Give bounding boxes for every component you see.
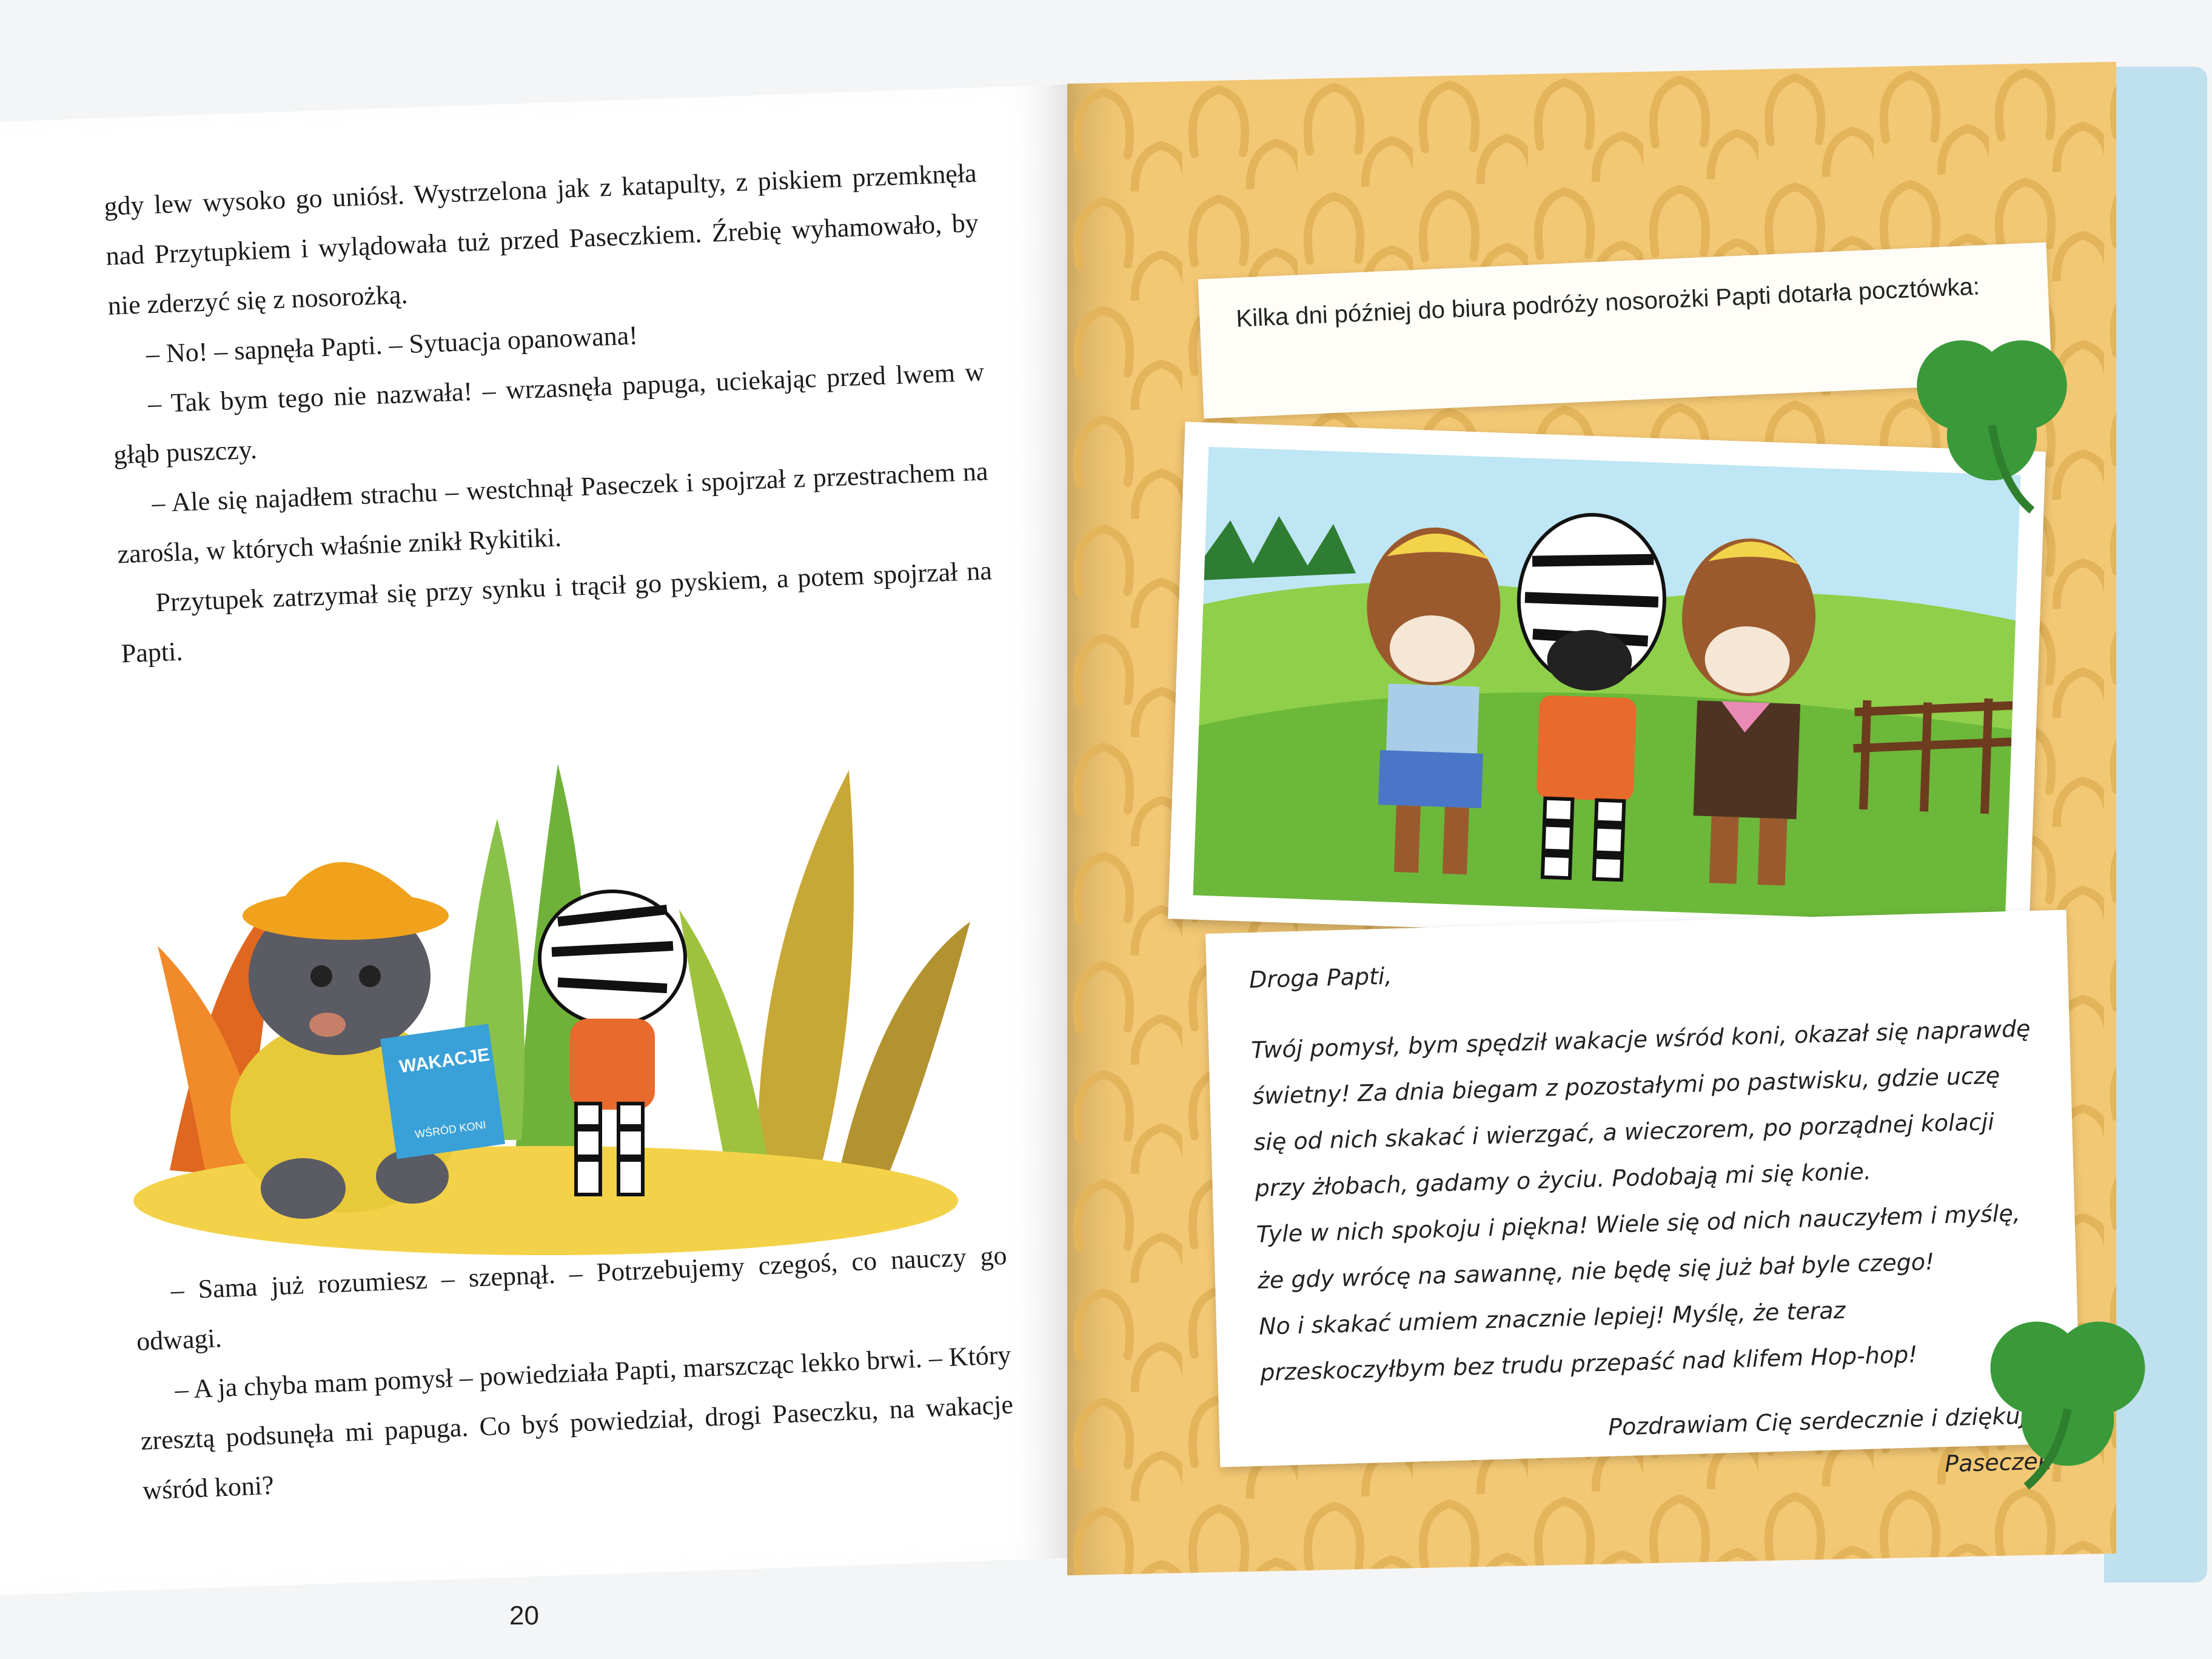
left-page-text: gdy lew wysoko go uniósł. Wystrzelona ja…: [103, 149, 994, 679]
horses-and-zebra-photo: [1193, 446, 2021, 924]
page-number: 20: [509, 1601, 539, 1631]
left-page-bottom-text: – Sama już rozumiesz – szepnął. – Potrze…: [133, 1231, 1016, 1516]
clover-icon: [1917, 340, 2067, 514]
letter-text: Droga Papti, Twój pomysł, bym spędził wa…: [1248, 935, 2052, 1506]
letter-greeting: Droga Papti,: [1248, 962, 1393, 994]
letter-card: Droga Papti, Twój pomysł, bym spędził wa…: [1205, 910, 2082, 1477]
rhino-and-zebra-illustration: WAKACJE WŚRÓD KONI: [133, 764, 970, 1255]
vacation-sign: WAKACJE WŚRÓD KONI: [380, 1024, 506, 1159]
clover-icon: [1990, 1321, 2145, 1490]
